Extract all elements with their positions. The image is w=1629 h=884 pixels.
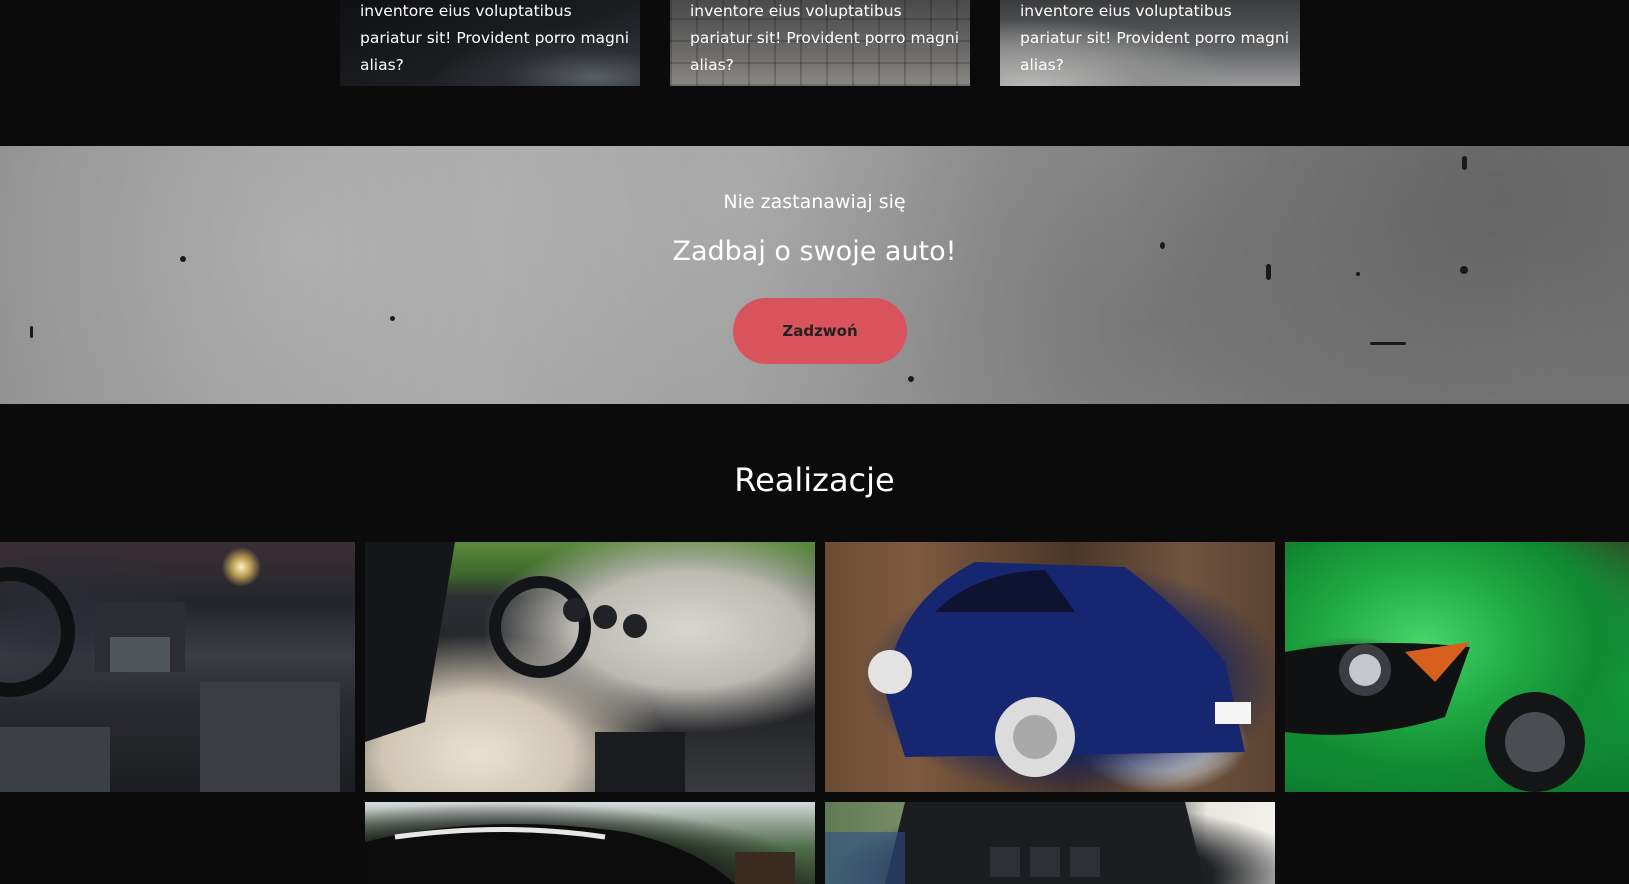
service-cards: inventore eius voluptatibus pariatur sit… xyxy=(0,0,1629,86)
texture-speck xyxy=(1370,342,1406,345)
texture-speck xyxy=(908,376,914,382)
mustang-front-shape xyxy=(1285,642,1585,792)
gallery-image-car-interior-mustang[interactable] xyxy=(365,542,815,792)
steering-wheel-shape xyxy=(0,567,340,792)
cta-title: Zadbaj o swoje auto! xyxy=(672,236,957,267)
service-card[interactable]: inventore eius voluptatibus pariatur sit… xyxy=(1000,0,1300,86)
call-button[interactable]: Zadzwoń xyxy=(733,298,907,364)
service-card-text: inventore eius voluptatibus pariatur sit… xyxy=(690,2,960,74)
texture-speck xyxy=(1462,156,1467,170)
service-card-text: inventore eius voluptatibus pariatur sit… xyxy=(360,2,630,74)
gallery-image-black-car[interactable] xyxy=(365,802,815,884)
gallery-image-suv-trunk[interactable] xyxy=(825,802,1275,884)
texture-speck xyxy=(30,326,33,338)
texture-speck xyxy=(1356,272,1360,276)
gallery-image-car-interior-bmw[interactable] xyxy=(0,542,355,792)
hatchback-shape xyxy=(868,562,1251,777)
cta-subtitle: Nie zastanawiaj się xyxy=(723,191,906,213)
texture-speck xyxy=(1460,266,1468,274)
call-to-action-section: Nie zastanawiaj się Zadbaj o swoje auto!… xyxy=(0,146,1629,404)
service-card[interactable]: inventore eius voluptatibus pariatur sit… xyxy=(670,0,970,86)
black-car-shape xyxy=(365,824,795,884)
realizacje-title: Realizacje xyxy=(734,461,895,499)
gallery-image-blue-hatchback[interactable] xyxy=(825,542,1275,792)
service-card-text: inventore eius voluptatibus pariatur sit… xyxy=(1020,2,1290,74)
dashboard-shape xyxy=(365,542,685,792)
page: inventore eius voluptatibus pariatur sit… xyxy=(0,0,1629,884)
texture-speck xyxy=(390,316,395,321)
gallery-image-green-mustang[interactable] xyxy=(1285,542,1629,792)
service-card[interactable]: inventore eius voluptatibus pariatur sit… xyxy=(340,0,640,86)
suv-trunk-shape xyxy=(825,802,1205,884)
